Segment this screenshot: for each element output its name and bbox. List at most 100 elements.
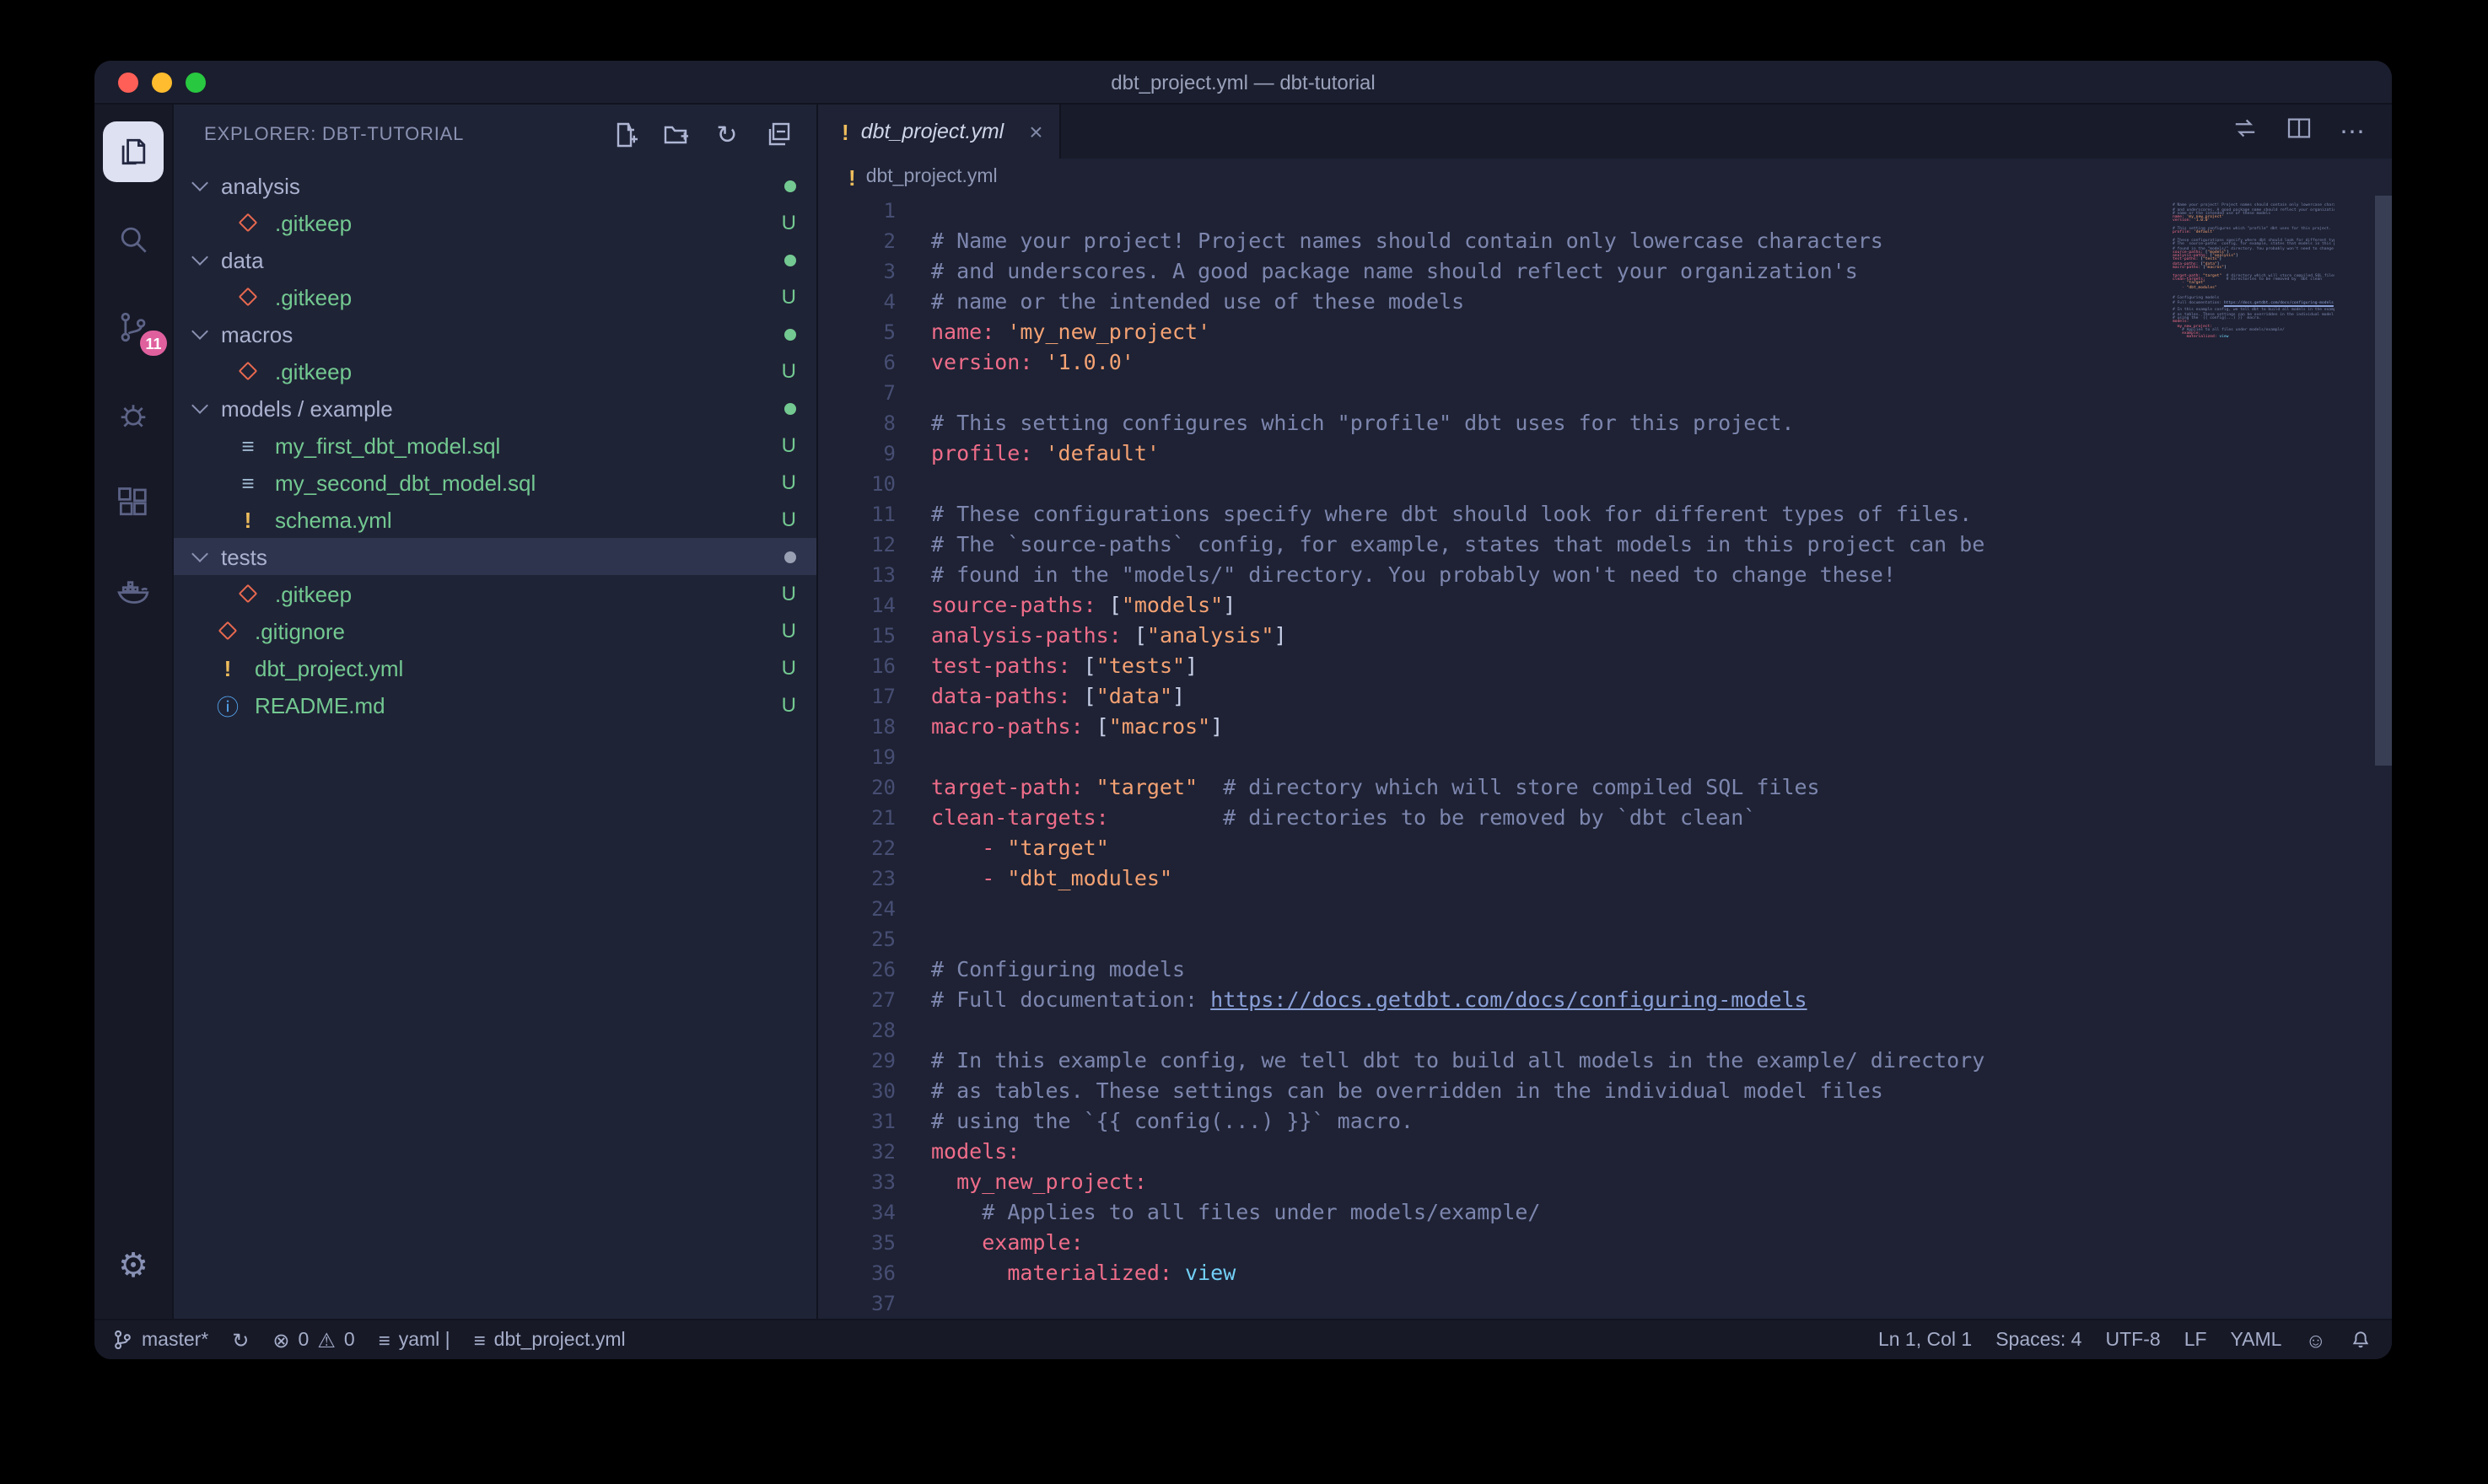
code-line-23[interactable]: 23 - "dbt_modules"	[818, 863, 2392, 894]
tree-item-gitkeep[interactable]: .gitkeepU	[174, 278, 816, 315]
tree-item-gitkeep[interactable]: .gitkeepU	[174, 204, 816, 241]
code-line-21[interactable]: 21clean-targets: # directories to be rem…	[818, 803, 2392, 833]
new-folder-button[interactable]	[661, 119, 692, 149]
code-line-30[interactable]: 30# as tables. These settings can be ove…	[818, 1076, 2392, 1106]
code-line-24[interactable]: 24	[818, 894, 2392, 924]
activity-search[interactable]	[103, 209, 164, 270]
tree-item-analysis[interactable]: analysis	[174, 167, 816, 204]
code-line-27[interactable]: 27# Full documentation: https://docs.get…	[818, 985, 2392, 1015]
sync-button[interactable]: ↻	[232, 1328, 249, 1352]
tab-close-icon[interactable]: ×	[1029, 118, 1042, 145]
problems-indicator[interactable]: ⊗0⚠0	[272, 1328, 354, 1352]
code-line-26[interactable]: 26# Configuring models	[818, 954, 2392, 985]
code-line-17[interactable]: 17data-paths: ["data"]	[818, 681, 2392, 712]
code-line-7[interactable]: 7	[818, 378, 2392, 408]
breadcrumb-warning-icon: !	[848, 164, 856, 190]
code-line-15[interactable]: 15analysis-paths: ["analysis"]	[818, 621, 2392, 651]
scrollbar-thumb[interactable]	[2375, 196, 2392, 766]
tree-item-my-first-dbt-model-sql[interactable]: ≡my_first_dbt_model.sqlU	[174, 427, 816, 464]
split-editor-button[interactable]	[2286, 114, 2313, 149]
code-line-32[interactable]: 32models:	[818, 1137, 2392, 1167]
code-line-14[interactable]: 14source-paths: ["models"]	[818, 590, 2392, 621]
status-encoding[interactable]: UTF-8	[2106, 1330, 2161, 1350]
status-language-mode[interactable]: YAML	[2231, 1330, 2282, 1350]
code-line-18[interactable]: 18macro-paths: ["macros"]	[818, 712, 2392, 742]
open-changes-button[interactable]	[2232, 114, 2259, 149]
code-line-22[interactable]: 22 - "target"	[818, 833, 2392, 863]
code-line-19[interactable]: 19	[818, 742, 2392, 772]
activity-extensions[interactable]	[103, 472, 164, 533]
tab-dbt-project-yml[interactable]: ! dbt_project.yml ×	[818, 105, 1062, 159]
minimize-window-button[interactable]	[152, 72, 172, 92]
titlebar[interactable]: dbt_project.yml — dbt-tutorial	[94, 61, 2392, 105]
tree-item-schema-yml[interactable]: !schema.ymlU	[174, 501, 816, 538]
status-eol[interactable]: LF	[2184, 1330, 2207, 1350]
status-notifications[interactable]	[2350, 1329, 2372, 1351]
tree-item-readme-md[interactable]: ⓘREADME.mdU	[174, 686, 816, 723]
git-file-icon	[234, 290, 261, 304]
settings-gear-icon[interactable]: ⚙	[103, 1234, 164, 1295]
editor[interactable]: 1 2# Name your project! Project names sh…	[818, 196, 2392, 1319]
status-item-dbt-project-yml[interactable]: ≡dbt_project.yml	[474, 1328, 626, 1352]
new-file-button[interactable]	[611, 119, 641, 149]
collapse-folders-button[interactable]	[762, 119, 793, 149]
status-indentation[interactable]: Spaces: 4	[1995, 1330, 2081, 1350]
breadcrumb[interactable]: ! dbt_project.yml	[818, 159, 2392, 196]
code-line-33[interactable]: 33 my_new_project:	[818, 1167, 2392, 1197]
sql-file-icon: ≡	[234, 433, 261, 458]
code-line-28[interactable]: 28	[818, 1015, 2392, 1046]
code-line-31[interactable]: 31# using the `{{ config(...) }}` macro.	[818, 1106, 2392, 1137]
tree-item-data[interactable]: data	[174, 241, 816, 278]
status-feedback[interactable]: ☺	[2305, 1328, 2326, 1352]
tree-item-my-second-dbt-model-sql[interactable]: ≡my_second_dbt_model.sqlU	[174, 464, 816, 501]
explorer-actions: ↻	[611, 119, 793, 149]
code-line-29[interactable]: 29# In this example config, we tell dbt …	[818, 1046, 2392, 1076]
refresh-explorer-button[interactable]: ↻	[712, 119, 742, 149]
debug-icon	[115, 396, 152, 433]
code-line-3[interactable]: 3# and underscores. A good package name …	[818, 256, 2392, 287]
tree-item-gitkeep[interactable]: .gitkeepU	[174, 575, 816, 612]
tree-item-tests[interactable]: tests	[174, 538, 816, 575]
code-line-34[interactable]: 34 # Applies to all files under models/e…	[818, 1197, 2392, 1228]
breadcrumb-file[interactable]: dbt_project.yml	[866, 167, 998, 187]
code-line-20[interactable]: 20target-path: "target" # directory whic…	[818, 772, 2392, 803]
code-line-25[interactable]: 25	[818, 924, 2392, 954]
code-line-13[interactable]: 13# found in the "models/" directory. Yo…	[818, 560, 2392, 590]
code-line-37[interactable]: 37	[818, 1288, 2392, 1319]
sync-icon: ↻	[232, 1328, 249, 1352]
tree-item-gitignore[interactable]: .gitignoreU	[174, 612, 816, 649]
tree-item-dbt-project-yml[interactable]: !dbt_project.ymlU	[174, 649, 816, 686]
code-line-11[interactable]: 11# These configurations specify where d…	[818, 499, 2392, 530]
code-line-8[interactable]: 8# This setting configures which "profil…	[818, 408, 2392, 438]
code-line-9[interactable]: 9profile: 'default'	[818, 438, 2392, 469]
code-area[interactable]: 1 2# Name your project! Project names sh…	[818, 196, 2392, 1319]
code-line-16[interactable]: 16test-paths: ["tests"]	[818, 651, 2392, 681]
activity-docker[interactable]	[103, 560, 164, 621]
activity-explorer[interactable]	[103, 121, 164, 182]
code-line-6[interactable]: 6version: '1.0.0'	[818, 347, 2392, 378]
zoom-window-button[interactable]	[186, 72, 206, 92]
close-window-button[interactable]	[118, 72, 138, 92]
status-cursor-position[interactable]: Ln 1, Col 1	[1878, 1330, 1972, 1350]
activity-source-control[interactable]: 11	[103, 297, 164, 358]
code-line-5[interactable]: 5name: 'my_new_project'	[818, 317, 2392, 347]
code-line-2[interactable]: 2# Name your project! Project names shou…	[818, 226, 2392, 256]
code-line-10[interactable]: 10	[818, 469, 2392, 499]
code-line-1[interactable]: 1	[818, 196, 2392, 226]
tree-item-macros[interactable]: macros	[174, 315, 816, 352]
tree-item-gitkeep[interactable]: .gitkeepU	[174, 352, 816, 390]
git-untracked-badge: U	[782, 433, 796, 457]
more-actions-button[interactable]: ⋯	[2340, 116, 2365, 147]
tree-item-label: README.md	[255, 692, 385, 718]
window-controls	[94, 72, 206, 92]
tree-item-models-example[interactable]: models / example	[174, 390, 816, 427]
code-line-36[interactable]: 36 materialized: view	[818, 1258, 2392, 1288]
activity-run-debug[interactable]	[103, 384, 164, 445]
minimap[interactable]: # Name your project! Project names shoul…	[2173, 201, 2335, 344]
git-branch-indicator[interactable]: master*	[111, 1329, 208, 1351]
code-line-12[interactable]: 12# The `source-paths` config, for examp…	[818, 530, 2392, 560]
code-line-4[interactable]: 4# name or the intended use of these mod…	[818, 287, 2392, 317]
code-line-35[interactable]: 35 example:	[818, 1228, 2392, 1258]
line-number: 14	[818, 590, 896, 621]
status-item-yaml[interactable]: ≡yaml |	[379, 1328, 450, 1352]
